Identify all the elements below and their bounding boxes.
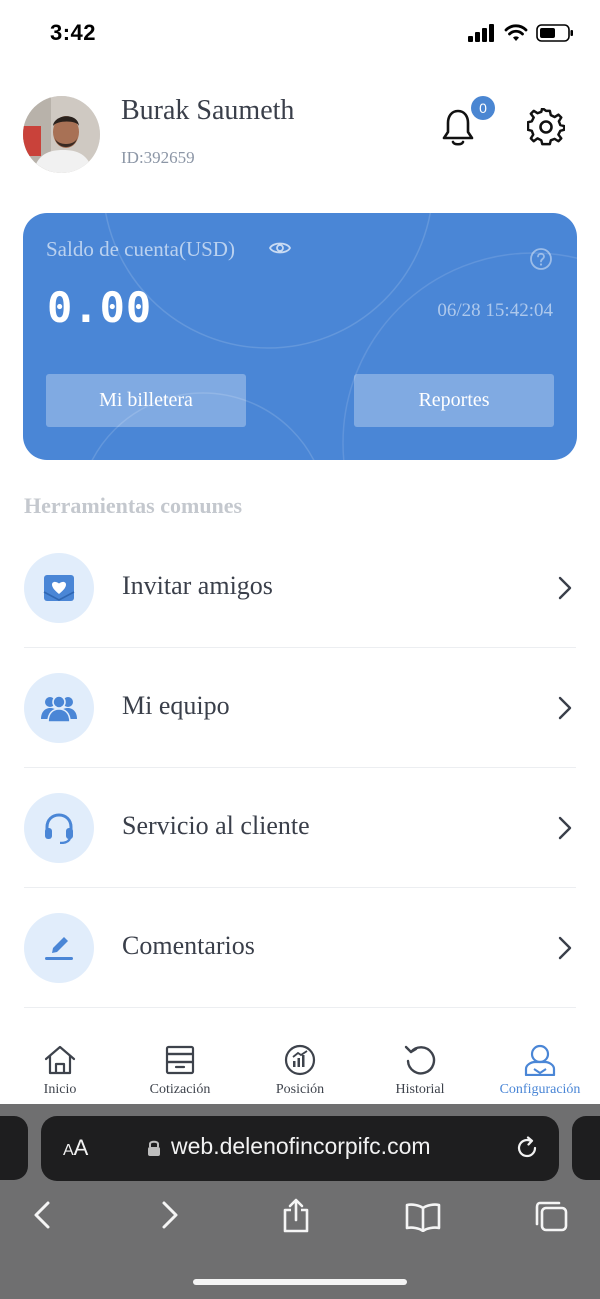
- bookmarks-icon[interactable]: [405, 1202, 441, 1232]
- share-icon[interactable]: [281, 1198, 311, 1234]
- balance-amount: 0.00: [47, 283, 153, 332]
- reports-button[interactable]: Reportes: [354, 374, 554, 427]
- tool-list: Invitar amigos Mi equipo Servicio al cli…: [24, 528, 576, 1008]
- tool-label: Invitar amigos: [122, 571, 273, 600]
- question-circle-icon: [530, 248, 552, 270]
- previous-tab-preview[interactable]: [0, 1116, 28, 1180]
- home-icon: [44, 1045, 76, 1075]
- invite-icon-wrap: [24, 553, 94, 623]
- quote-icon: [165, 1045, 195, 1075]
- status-icons: [468, 24, 574, 42]
- next-tab-preview[interactable]: [572, 1116, 600, 1180]
- user-icon: [524, 1044, 556, 1076]
- url-text: web.delenofincorpifc.com: [171, 1133, 431, 1159]
- browser-toolbar: AA web.delenofincorpifc.com: [0, 1104, 600, 1299]
- tab-quote[interactable]: Cotización: [120, 1036, 240, 1104]
- home-indicator: [193, 1279, 407, 1285]
- tab-label: Cotización: [149, 1082, 211, 1097]
- notifications-button[interactable]: [440, 108, 476, 148]
- position-icon: [284, 1044, 316, 1076]
- balance-card: Saldo de cuenta(USD) 0.00 06/28 15:42:04…: [23, 213, 577, 460]
- balance-timestamp: 06/28 15:42:04: [437, 300, 553, 321]
- cellular-signal-icon: [468, 24, 494, 42]
- list-item-invite-friends[interactable]: Invitar amigos: [24, 528, 576, 648]
- chevron-right-icon: [558, 576, 572, 600]
- avatar[interactable]: [23, 96, 100, 173]
- reload-icon[interactable]: [515, 1136, 539, 1160]
- lock-icon: [148, 1140, 160, 1156]
- headset-icon-wrap: [24, 793, 94, 863]
- team-icon: [41, 695, 77, 723]
- back-icon[interactable]: [32, 1200, 52, 1230]
- chevron-right-icon: [558, 936, 572, 960]
- wifi-icon: [504, 24, 528, 41]
- tab-label: Inicio: [43, 1082, 77, 1097]
- invite-icon: [43, 575, 75, 601]
- chevron-right-icon: [558, 816, 572, 840]
- tool-label: Servicio al cliente: [122, 811, 310, 840]
- notification-badge: 0: [471, 96, 495, 120]
- tab-history[interactable]: Historial: [360, 1036, 480, 1104]
- tabs-icon[interactable]: [533, 1200, 569, 1234]
- eye-icon: [268, 242, 292, 254]
- user-name: Burak Saumeth: [121, 95, 295, 126]
- toggle-visibility-button[interactable]: [268, 239, 292, 262]
- address-bar[interactable]: AA web.delenofincorpifc.com: [41, 1116, 559, 1181]
- gear-icon: [526, 106, 566, 146]
- status-time: 3:42: [50, 20, 97, 45]
- user-id: ID:392659: [121, 148, 195, 167]
- aa-small: A: [73, 1135, 89, 1160]
- pen-icon-wrap: [24, 913, 94, 983]
- tab-settings[interactable]: Configuración: [480, 1036, 600, 1104]
- pen-icon: [45, 937, 73, 960]
- tab-bar: Inicio Cotización Posición Historial Con…: [0, 1036, 600, 1104]
- wallet-button[interactable]: Mi billetera: [46, 374, 246, 427]
- balance-label: Saldo de cuenta(USD): [46, 237, 235, 261]
- tool-label: Comentarios: [122, 931, 255, 960]
- battery-icon: [536, 24, 573, 42]
- tool-label: Mi equipo: [122, 691, 230, 720]
- avatar-photo: [23, 96, 100, 173]
- reader-options-button[interactable]: AA: [63, 1135, 88, 1161]
- section-title: Herramientas comunes: [24, 493, 243, 518]
- list-item-comments[interactable]: Comentarios: [24, 888, 576, 1008]
- status-bar: 3:42: [0, 0, 600, 70]
- tab-label: Configuración: [499, 1082, 581, 1097]
- headset-icon: [45, 813, 73, 844]
- team-icon-wrap: [24, 673, 94, 743]
- tab-position[interactable]: Posición: [240, 1036, 360, 1104]
- history-icon: [404, 1045, 436, 1075]
- aa-large: A: [63, 1142, 74, 1159]
- forward-icon[interactable]: [160, 1200, 180, 1230]
- list-item-my-team[interactable]: Mi equipo: [24, 648, 576, 768]
- tab-home[interactable]: Inicio: [0, 1036, 120, 1104]
- list-item-customer-service[interactable]: Servicio al cliente: [24, 768, 576, 888]
- settings-button[interactable]: [526, 106, 566, 146]
- help-button[interactable]: [529, 247, 553, 276]
- tab-label: Historial: [395, 1082, 445, 1097]
- bell-icon: [442, 109, 474, 146]
- tab-label: Posición: [275, 1082, 325, 1097]
- chevron-right-icon: [558, 696, 572, 720]
